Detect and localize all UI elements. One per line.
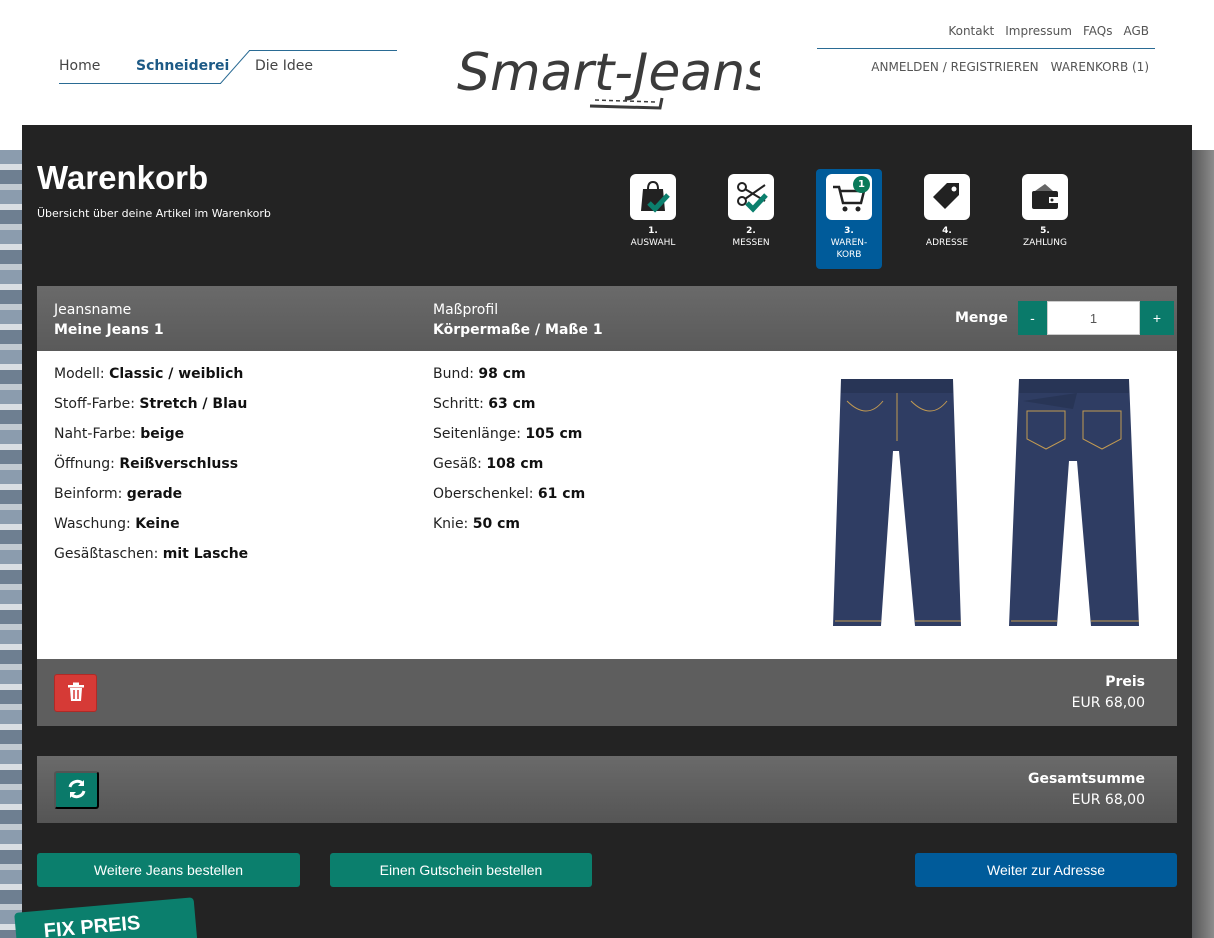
refresh-icon bbox=[68, 779, 85, 798]
service-links: Kontakt Impressum FAQs AGB bbox=[948, 24, 1149, 38]
nav-die-idee[interactable]: Die Idee bbox=[255, 58, 313, 74]
price-label: Preis bbox=[1105, 674, 1145, 690]
total-label: Gesamtsumme bbox=[1027, 771, 1145, 787]
spec-row: Naht-Farbe: beige bbox=[54, 426, 185, 442]
price-value: EUR 68,00 bbox=[1071, 695, 1145, 711]
step-zahlung-icon-box bbox=[1022, 174, 1068, 220]
spec-row: Beinform: gerade bbox=[54, 486, 183, 502]
step-auswahl-icon-box bbox=[630, 174, 676, 220]
step-adresse[interactable]: 4. ADRESSE bbox=[914, 169, 980, 269]
bag-icon bbox=[641, 180, 670, 213]
cart-link[interactable]: WARENKORB (1) bbox=[1051, 60, 1149, 74]
measure-specs: Bund: 98 cm Schritt: 63 cm Seitenlänge: … bbox=[433, 366, 585, 546]
logo-image: Smart-Jeans bbox=[457, 43, 772, 110]
tag-icon bbox=[933, 183, 959, 209]
page-title: Warenkorb bbox=[37, 159, 209, 196]
step-zahlung[interactable]: 5. ZAHLUNG bbox=[1012, 169, 1078, 269]
cart-item-header: Jeansname Meine Jeans 1 Maßprofil Körper… bbox=[37, 286, 1177, 351]
trash-icon bbox=[67, 682, 84, 701]
site-header: Home Schneiderei Die Idee Smart-Jeans Ko… bbox=[0, 0, 1214, 125]
step-messen-num: 2. bbox=[746, 226, 756, 236]
quantity-label: Menge bbox=[955, 310, 1008, 326]
step-auswahl[interactable]: 1. AUSWAHL bbox=[620, 169, 686, 269]
step-warenkorb-label: WAREN- bbox=[830, 238, 868, 248]
spec-row: Gesäßtaschen: mit Lasche bbox=[54, 546, 249, 562]
cart-item: Jeansname Meine Jeans 1 Maßprofil Körper… bbox=[37, 286, 1177, 726]
cart-panel: Warenkorb Übersicht über deine Artikel i… bbox=[22, 125, 1192, 938]
nav-schneiderei[interactable]: Schneiderei bbox=[136, 58, 229, 74]
link-agb[interactable]: AGB bbox=[1123, 24, 1149, 38]
spec-row: Gesäß: 108 cm bbox=[433, 456, 544, 472]
step-adresse-num: 4. bbox=[942, 226, 952, 236]
spec-row: Öffnung: Reißverschluss bbox=[54, 456, 239, 472]
account-divider bbox=[817, 48, 1155, 49]
step-warenkorb[interactable]: 1 3. WAREN- KORB bbox=[816, 169, 882, 269]
jeansname-value: Meine Jeans 1 bbox=[54, 322, 164, 338]
spec-row: Waschung: Keine bbox=[54, 516, 180, 532]
step-adresse-label: ADRESSE bbox=[925, 238, 969, 248]
step-warenkorb-label2: KORB bbox=[836, 250, 862, 260]
total-value: EUR 68,00 bbox=[1071, 792, 1145, 808]
step-messen-icon-box bbox=[728, 174, 774, 220]
cart-item-footer: Preis EUR 68,00 bbox=[37, 659, 1177, 726]
step-adresse-icon-box bbox=[924, 174, 970, 220]
spec-row: Seitenlänge: 105 cm bbox=[433, 426, 583, 442]
scissors-icon bbox=[737, 182, 768, 213]
profile-label: Maßprofil bbox=[433, 302, 499, 318]
login-link[interactable]: ANMELDEN / REGISTRIEREN bbox=[871, 60, 1038, 74]
page-subtitle: Übersicht über deine Artikel im Warenkor… bbox=[37, 207, 271, 220]
quantity-increase-button[interactable]: + bbox=[1140, 301, 1174, 335]
spec-row: Bund: 98 cm bbox=[433, 366, 526, 382]
style-specs: Modell: Classic / weiblich Stoff-Farbe: … bbox=[54, 366, 248, 576]
step-auswahl-label: AUSWAHL bbox=[630, 238, 676, 248]
logo[interactable]: Smart-Jeans bbox=[455, 18, 772, 114]
order-more-jeans-button[interactable]: Weitere Jeans bestellen bbox=[37, 853, 300, 887]
step-warenkorb-icon-box: 1 bbox=[826, 174, 872, 220]
profile-value: Körpermaße / Maße 1 bbox=[433, 322, 603, 338]
logo-text: Smart-Jeans bbox=[457, 43, 760, 103]
link-kontakt[interactable]: Kontakt bbox=[948, 24, 994, 38]
spec-row: Modell: Classic / weiblich bbox=[54, 366, 244, 382]
checkout-steps: 1. AUSWAHL 2. MESSEN 1 3. WAREN- KORB 4.… bbox=[620, 169, 1100, 269]
step-zahlung-num: 5. bbox=[1040, 226, 1050, 236]
jeans-back-image bbox=[1009, 379, 1139, 626]
spec-row: Oberschenkel: 61 cm bbox=[433, 486, 586, 502]
jeansname-label: Jeansname bbox=[54, 302, 132, 318]
step-messen-label: MESSEN bbox=[732, 238, 770, 248]
main-nav: Home Schneiderei Die Idee bbox=[59, 50, 397, 84]
continue-to-address-button[interactable]: Weiter zur Adresse bbox=[915, 853, 1177, 887]
spec-row: Knie: 50 cm bbox=[433, 516, 520, 532]
nav-line-top bbox=[249, 50, 397, 51]
nav-line-bottom bbox=[59, 83, 221, 84]
ribbon-text: FIX PREIS bbox=[42, 912, 142, 938]
step-warenkorb-num: 3. bbox=[844, 226, 854, 236]
total-bar: Gesamtsumme EUR 68,00 bbox=[37, 756, 1177, 823]
wallet-icon bbox=[1032, 184, 1058, 209]
order-voucher-button[interactable]: Einen Gutschein bestellen bbox=[330, 853, 592, 887]
cart-count-badge: 1 bbox=[853, 176, 870, 193]
quantity-decrease-button[interactable]: - bbox=[1018, 301, 1047, 335]
refresh-cart-button[interactable] bbox=[54, 771, 99, 809]
spec-row: Stoff-Farbe: Stretch / Blau bbox=[54, 396, 248, 412]
quantity-input[interactable] bbox=[1047, 301, 1140, 335]
step-messen[interactable]: 2. MESSEN bbox=[718, 169, 784, 269]
account-links: ANMELDEN / REGISTRIEREN WARENKORB (1) bbox=[871, 60, 1149, 74]
jeans-front-image bbox=[833, 379, 961, 626]
cart-item-details: Modell: Classic / weiblich Stoff-Farbe: … bbox=[39, 351, 1175, 659]
link-faqs[interactable]: FAQs bbox=[1083, 24, 1113, 38]
spec-row: Schritt: 63 cm bbox=[433, 396, 536, 412]
step-zahlung-label: ZAHLUNG bbox=[1023, 238, 1067, 248]
link-impressum[interactable]: Impressum bbox=[1005, 24, 1072, 38]
step-auswahl-num: 1. bbox=[648, 226, 658, 236]
nav-home[interactable]: Home bbox=[59, 58, 100, 74]
delete-item-button[interactable] bbox=[54, 674, 97, 712]
